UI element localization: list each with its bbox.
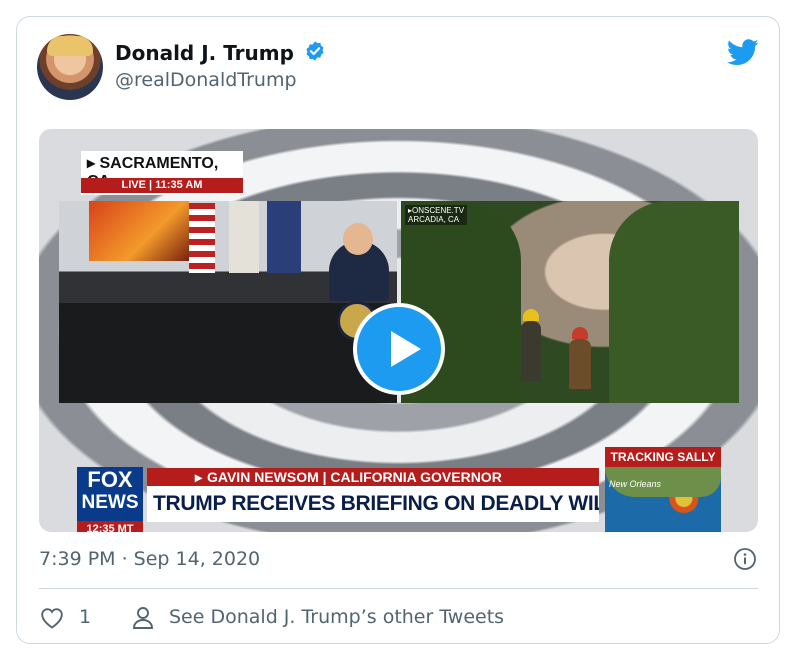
briefing-video-pane	[59, 201, 397, 403]
user-handle[interactable]: @realDonaldTrump	[115, 69, 297, 91]
agency-flag	[267, 201, 301, 273]
divider	[39, 588, 758, 589]
person-icon[interactable]	[132, 606, 154, 630]
firefighter-2	[569, 327, 591, 389]
state-flag	[229, 201, 259, 273]
avatar[interactable]	[37, 34, 103, 100]
wildfire-video-pane: ▸ONSCENE.TV ARCADIA, CA	[401, 201, 739, 403]
fire-screen	[89, 201, 189, 261]
info-icon[interactable]	[733, 547, 757, 571]
twitter-bird-icon[interactable]	[727, 39, 759, 66]
hurricane-map: New Orleans	[605, 467, 721, 532]
play-icon[interactable]	[353, 303, 445, 395]
map-label: New Orleans	[609, 479, 662, 489]
tweet-timestamp[interactable]: 7:39 PM · Sep 14, 2020	[39, 548, 260, 570]
video-player[interactable]: ▸ SACRAMENTO, CA LIVE | 11:35 AM ▸ONSCEN…	[39, 129, 758, 532]
speaker-head	[343, 223, 373, 255]
like-count[interactable]: 1	[79, 606, 91, 628]
headline-bar: TRUMP RECEIVES BRIEFING ON DEADLY WILDFI…	[147, 486, 599, 522]
name-bar: ▸ GAVIN NEWSOM | CALIFORNIA GOVERNOR	[147, 468, 599, 486]
trees-right	[609, 201, 739, 403]
onscene-credit: ▸ONSCENE.TV ARCADIA, CA	[405, 205, 468, 225]
firefighter-1	[521, 309, 541, 381]
location-graphic: ▸ SACRAMENTO, CA LIVE | 11:35 AM	[81, 151, 243, 195]
heart-icon[interactable]	[40, 607, 64, 629]
tweet-card[interactable]: Donald J. Trump @realDonaldTrump ▸ SACRA…	[16, 16, 780, 644]
tracking-label: TRACKING SALLY	[605, 447, 721, 467]
display-name[interactable]: Donald J. Trump	[115, 41, 294, 65]
us-flag	[189, 203, 215, 273]
verified-badge-icon	[306, 41, 324, 61]
live-bar: LIVE | 11:35 AM	[81, 178, 243, 193]
fox-news-logo: FOX NEWS 12:35 MT	[77, 467, 143, 532]
see-other-tweets-link[interactable]: See Donald J. Trump’s other Tweets	[169, 606, 504, 628]
network-time: 12:35 MT	[77, 521, 143, 532]
